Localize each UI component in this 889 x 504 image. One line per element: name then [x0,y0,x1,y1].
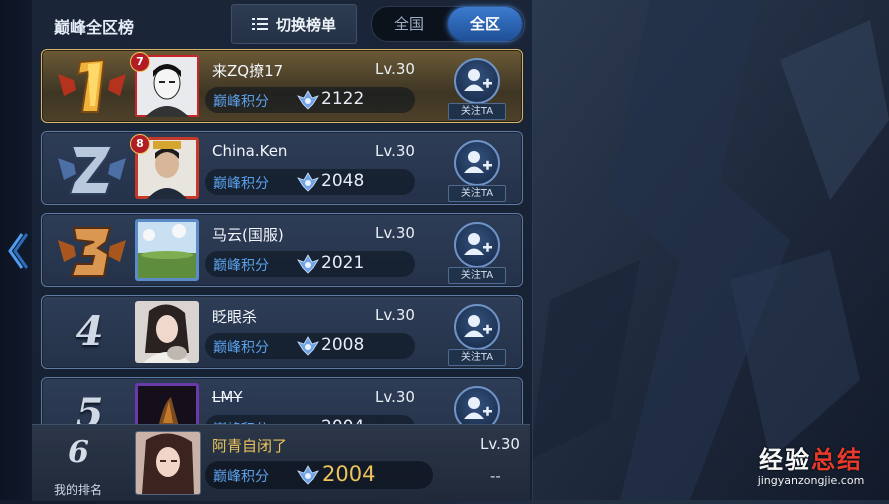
leaderboard-row[interactable]: 7 来ZQ撩17 Lv.30 巅峰积分 2122 关注TA [41,49,523,123]
peak-rank-icon [297,172,319,192]
star-level-badge: 7 [130,52,150,72]
score-label: 巅峰积分 [213,94,269,110]
follow-button[interactable] [454,222,500,268]
my-rank-bar: 6 我的排名 阿青自闭了 Lv.30 巅峰积分 2004 -- [32,424,530,501]
player-level: Lv.30 [375,306,415,324]
add-friend-icon [464,233,492,255]
score-pill: 巅峰积分 2021 [205,251,415,277]
follow-label[interactable]: 关注TA [448,103,506,120]
score-value: 2122 [321,89,365,109]
follow-label[interactable]: 关注TA [448,267,506,284]
my-avatar[interactable] [135,431,201,495]
player-name: 马云(国服) [212,226,284,244]
player-name: 眨眼杀 [212,308,258,326]
player-level: Lv.30 [375,60,415,78]
follow-button[interactable] [454,140,500,186]
my-player-name: 阿青自闭了 [212,437,288,455]
switch-board-button[interactable]: 切换榜单 [231,4,357,44]
scope-toggle: 全国 全区 [371,6,525,42]
score-pill: 巅峰积分 2048 [205,169,415,195]
add-friend-icon [464,151,492,173]
left-rail [0,0,32,500]
follow-button[interactable] [454,58,500,104]
leaderboard-header: 巅峰全区榜 切换榜单 全国 全区 [32,0,532,46]
player-level: Lv.30 [375,224,415,242]
avatar[interactable] [135,301,199,363]
score-value: 2048 [321,171,365,191]
rank-3-badge-icon [58,227,126,277]
rank-2-badge-icon [58,145,126,195]
player-name: 来ZQ撩17 [212,62,284,80]
follow-label[interactable]: 关注TA [448,185,506,202]
my-score-value: 2004 [322,462,376,486]
star-level-badge: 8 [130,134,150,154]
score-pill: 巅峰积分 2122 [205,87,415,113]
score-value: 2021 [321,253,365,273]
peak-rank-icon [297,465,319,485]
watermark: 经验总结 jingyanzongjie.com [736,446,886,498]
page-title: 巅峰全区榜 [54,18,135,37]
background-art [530,0,889,500]
my-score-pill: 巅峰积分 2004 [205,461,433,489]
score-label: 巅峰积分 [213,469,269,485]
back-arrow-icon[interactable] [6,232,28,270]
rank-1-badge-icon [58,58,126,113]
score-label: 巅峰积分 [213,258,269,274]
scope-region-tab[interactable]: 全区 [448,7,522,41]
follow-button[interactable] [454,304,500,350]
player-name: LMY [212,388,243,406]
my-player-level: Lv.30 [480,435,520,453]
avatar[interactable] [135,219,199,281]
score-value: 2008 [321,335,365,355]
score-pill: 巅峰积分 2008 [205,333,415,359]
leaderboard-row[interactable]: 马云(国服) Lv.30 巅峰积分 2021 关注TA [41,213,523,287]
watermark-url: jingyanzongjie.com [757,474,865,487]
leaderboard-row[interactable]: 8 China.Ken Lv.30 巅峰积分 2048 关注TA [41,131,523,205]
my-rank-number: 6 [68,435,89,470]
watermark-main: 经验总结 [759,446,863,474]
leaderboard-row[interactable]: 4 眨眼杀 Lv.30 巅峰积分 2008 关注TA [41,295,523,369]
player-level: Lv.30 [375,142,415,160]
score-label: 巅峰积分 [213,340,269,356]
my-rank-label: 我的排名 [54,483,103,497]
player-name: China.Ken [212,142,288,160]
add-friend-icon [464,69,492,91]
switch-board-label: 切换榜单 [275,15,336,34]
rank-number: 4 [75,308,104,355]
add-friend-icon [464,315,492,337]
player-level: Lv.30 [375,388,415,406]
peak-rank-icon [297,336,319,356]
score-label: 巅峰积分 [213,176,269,192]
follow-label[interactable]: 关注TA [448,349,506,366]
peak-rank-icon [297,90,319,110]
my-rank-change: -- [490,467,501,485]
peak-rank-icon [297,254,319,274]
scope-national-tab[interactable]: 全国 [372,7,446,41]
list-icon [251,18,268,30]
